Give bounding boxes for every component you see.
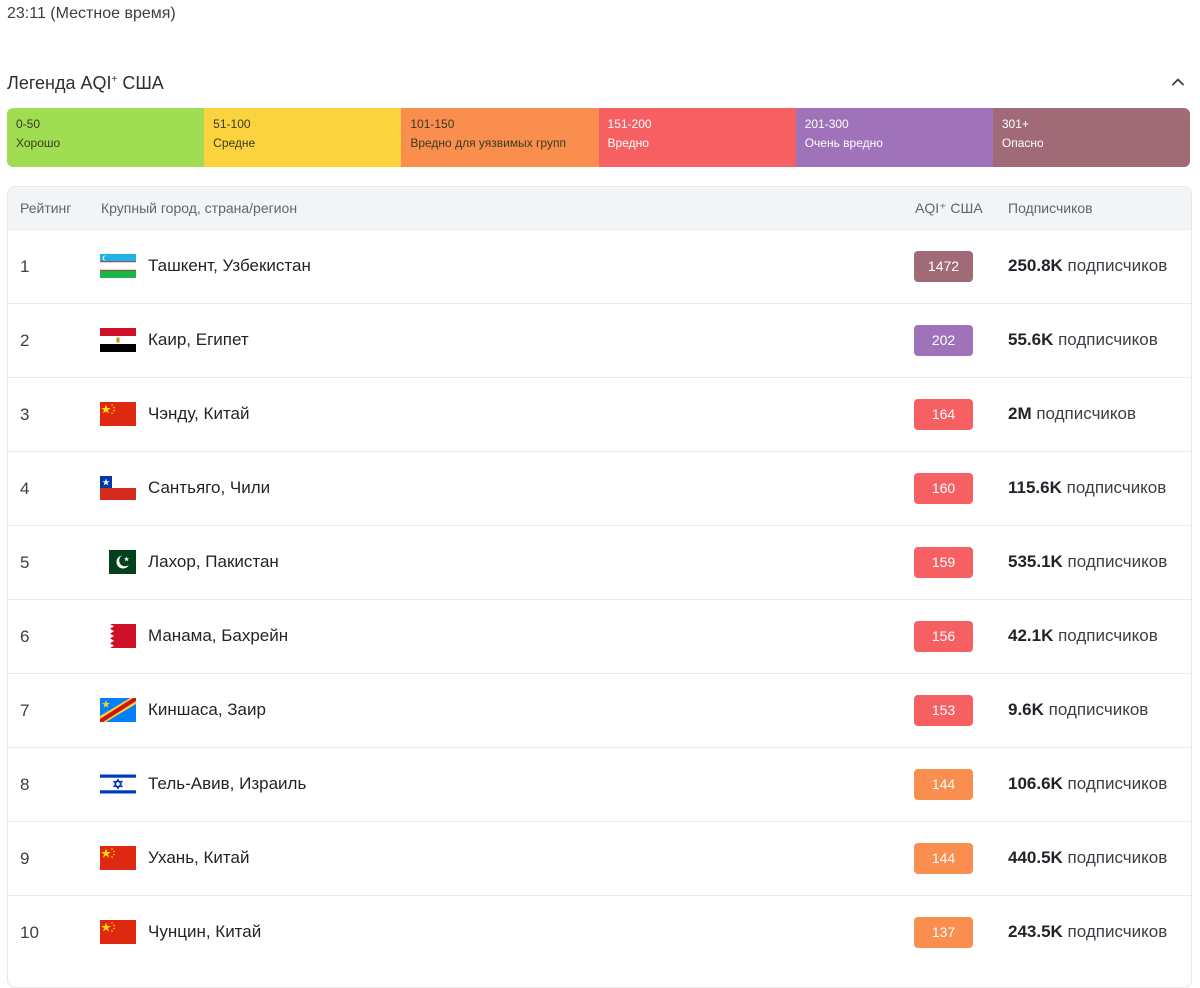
subscribers-count: 2M подписчиков — [1008, 404, 1137, 423]
legend-segment-good: 0-50 Хорошо — [7, 108, 205, 167]
legend-header: Легенда AQI+ США — [7, 72, 1190, 96]
rank-number: 7 — [20, 701, 30, 720]
rank-number: 1 — [20, 257, 30, 276]
table-row[interactable]: 7 Киншаса, Заир 153 9.6K подписчиков — [8, 673, 1191, 747]
city-ranking-table: Рейтинг Крупный город, страна/регион AQI… — [7, 186, 1192, 988]
legend-segment-sensitive: 101-150 Вредно для уязвимых групп — [401, 108, 599, 167]
subscribers-count: 42.1K подписчиков — [1008, 626, 1158, 645]
table-row[interactable]: 5 Лахор, Пакистан 159 535.1K подписчиков — [8, 525, 1191, 599]
pakistan-flag-icon — [100, 550, 136, 574]
chile-flag-icon — [100, 476, 136, 500]
legend-segment-moderate: 51-100 Средне — [204, 108, 402, 167]
rank-number: 5 — [20, 553, 30, 572]
legend-segment-hazardous: 301+ Опасно — [992, 108, 1190, 167]
aqi-badge: 164 — [914, 399, 973, 430]
rank-number: 10 — [20, 923, 39, 942]
table-row[interactable]: 6 Манама, Бахрейн 156 42.1K подписчиков — [8, 599, 1191, 673]
legend-title: Легенда AQI+ США — [7, 73, 164, 93]
city-link[interactable]: Ташкент, Узбекистан — [148, 256, 311, 276]
city-link[interactable]: Чунцин, Китай — [148, 922, 261, 942]
table-row[interactable]: 4 Сантьяго, Чили 160 115.6K подписчиков — [8, 451, 1191, 525]
drc-flag-icon — [100, 698, 136, 722]
chevron-up-icon[interactable] — [1170, 74, 1186, 90]
subscribers-count: 9.6K подписчиков — [1008, 700, 1149, 719]
header-rank[interactable]: Рейтинг — [20, 200, 71, 216]
table-row[interactable]: 9 Ухань, Китай 144 440.5K подписчиков — [8, 821, 1191, 895]
subscribers-count: 106.6K подписчиков — [1008, 774, 1168, 793]
aqi-badge: 153 — [914, 695, 973, 726]
city-link[interactable]: Сантьяго, Чили — [148, 478, 270, 498]
rank-number: 4 — [20, 479, 30, 498]
bahrain-flag-icon — [100, 624, 136, 648]
local-time: 23:11 (Местное время) — [7, 5, 176, 22]
rank-number: 8 — [20, 775, 30, 794]
legend-segment-unhealthy: 151-200 Вредно — [598, 108, 796, 167]
table-row[interactable]: 3 Чэнду, Китай 164 2M подписчиков — [8, 377, 1191, 451]
table-row[interactable]: 1 Ташкент, Узбекистан 1472 250.8K подписчик… — [8, 229, 1191, 303]
uzbekistan-flag-icon — [100, 254, 136, 278]
city-link[interactable]: Лахор, Пакистан — [148, 552, 279, 572]
city-link[interactable]: Каир, Египет — [148, 330, 249, 350]
subscribers-count: 55.6K подписчиков — [1008, 330, 1158, 349]
china-flag-icon — [100, 920, 136, 944]
aqi-badge: 1472 — [914, 251, 973, 282]
aqi-legend-bar: 0-50 Хорошо 51-100 Средне 101-150 Вредно дл… — [7, 108, 1190, 167]
city-link[interactable]: Чэнду, Китай — [148, 404, 250, 424]
aqi-badge: 160 — [914, 473, 973, 504]
subscribers-count: 535.1K подписчиков — [1008, 552, 1168, 571]
china-flag-icon — [100, 846, 136, 870]
table-row[interactable]: 2 Каир, Египет 202 55.6K подписчиков — [8, 303, 1191, 377]
rank-number: 9 — [20, 849, 30, 868]
aqi-badge: 137 — [914, 917, 973, 948]
table-row[interactable]: 10 Чунцин, Китай 137 243.5K подписчиков — [8, 895, 1191, 969]
city-link[interactable]: Манама, Бахрейн — [148, 626, 288, 646]
egypt-flag-icon — [100, 328, 136, 352]
legend-segment-very-unhealthy: 201-300 Очень вредно — [795, 108, 993, 167]
aqi-badge: 144 — [914, 843, 973, 874]
aqi-badge: 202 — [914, 325, 973, 356]
header-city[interactable]: Крупный город, страна/регион — [101, 200, 297, 216]
header-aqi[interactable]: AQI⁺ США — [915, 200, 983, 217]
subscribers-count: 440.5K подписчиков — [1008, 848, 1168, 867]
subscribers-count: 250.8K подписчиков — [1008, 256, 1168, 275]
israel-flag-icon — [100, 772, 136, 796]
header-subscribers[interactable]: Подписчиков — [1008, 200, 1093, 216]
rank-number: 2 — [20, 331, 30, 350]
table-header: Рейтинг Крупный город, страна/регион AQI… — [8, 187, 1191, 229]
aqi-badge: 156 — [914, 621, 973, 652]
city-link[interactable]: Киншаса, Заир — [148, 700, 266, 720]
rank-number: 6 — [20, 627, 30, 646]
aqi-badge: 144 — [914, 769, 973, 800]
table-row[interactable]: 8 Тель-Авив, Израиль 144 106.6K подписчиков — [8, 747, 1191, 821]
subscribers-count: 243.5K подписчиков — [1008, 922, 1168, 941]
city-link[interactable]: Ухань, Китай — [148, 848, 249, 868]
china-flag-icon — [100, 402, 136, 426]
aqi-badge: 159 — [914, 547, 973, 578]
rank-number: 3 — [20, 405, 30, 424]
subscribers-count: 115.6K подписчиков — [1008, 478, 1167, 497]
city-link[interactable]: Тель-Авив, Израиль — [148, 774, 306, 794]
